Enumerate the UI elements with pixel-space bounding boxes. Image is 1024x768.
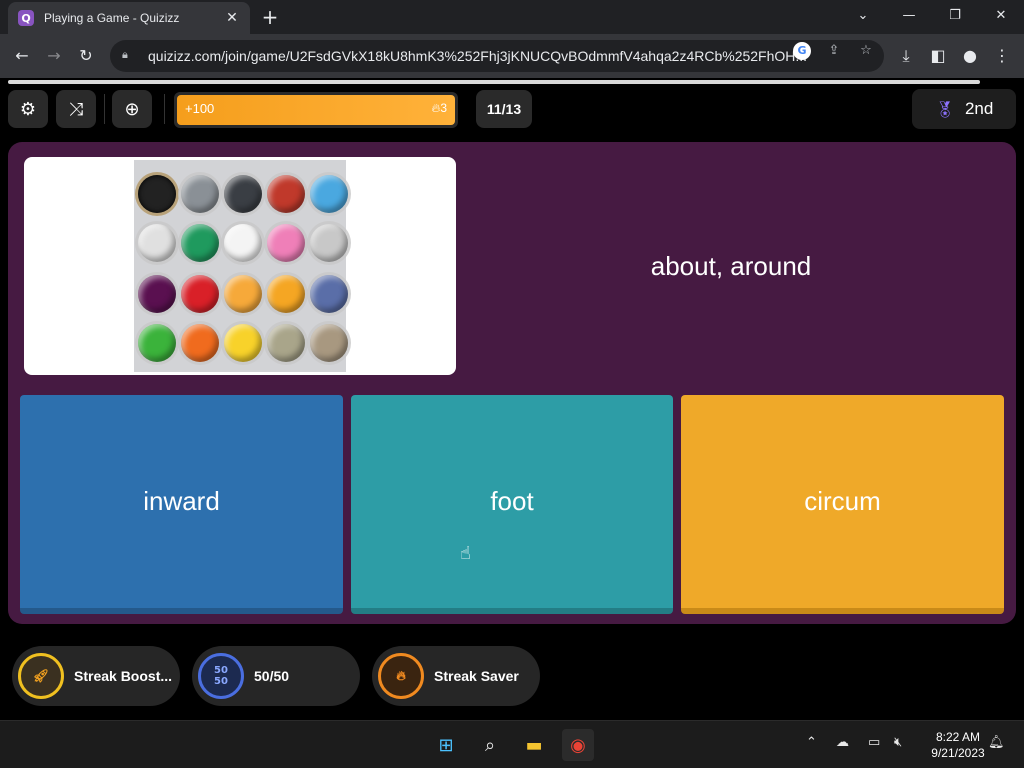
notification-icon[interactable]: 🔔︎ — [988, 735, 1005, 750]
menu-kebab-icon[interactable]: ⋮ — [988, 42, 1016, 70]
quizizz-favicon-icon: Q — [18, 10, 34, 26]
url-text[interactable]: quizizz.com/join/game/U2FsdGVkX18kU8hmK3… — [148, 48, 808, 64]
forward-arrow-icon[interactable]: → — [40, 42, 68, 70]
score-streak-bar: +100 🔥︎3 — [174, 92, 458, 128]
powerup-fifty-fifty[interactable]: 50 50 50/50 — [192, 646, 360, 706]
medal-icon: 🏅︎ — [934, 99, 955, 119]
system-clock[interactable]: 8:22 AM 9/21/2023 — [918, 729, 998, 761]
address-bar[interactable]: 🔒︎ quizizz.com/join/game/U2FsdGVkX18kU8h… — [110, 40, 884, 72]
powerup-label: Streak Saver — [434, 668, 519, 684]
buttons-stock-photo — [134, 160, 348, 372]
score-gain: +100 — [185, 101, 215, 116]
quiz-page: ⚙ ⤨ ⊕ +100 🔥︎3 11/13 🏅︎ 2nd about, aroun… — [0, 78, 1024, 720]
powerup-streak-booster[interactable]: 🚀︎ Streak Boost... — [12, 646, 180, 706]
profile-icon[interactable]: ● — [956, 42, 984, 70]
quiz-progress-line — [8, 80, 980, 84]
leaderboard-rank[interactable]: 🏅︎ 2nd — [912, 89, 1016, 129]
question-text: about, around — [650, 250, 812, 281]
tab-search-icon[interactable]: ⌄ — [840, 4, 886, 28]
close-window-button[interactable]: ✕ — [978, 4, 1024, 28]
question-image — [24, 157, 456, 375]
flame-icon: 🔥︎ — [378, 653, 424, 699]
zoom-in-icon[interactable]: ⊕ — [112, 90, 152, 128]
download-icon[interactable]: ⤓ — [892, 42, 920, 70]
powerup-label: 50/50 — [254, 668, 290, 684]
powerup-streak-saver[interactable]: 🔥︎ Streak Saver — [372, 646, 540, 706]
shuffle-music-off-icon[interactable]: ⤨ — [56, 90, 96, 128]
onedrive-icon[interactable]: ☁ — [836, 735, 849, 750]
back-arrow-icon[interactable]: ← — [8, 42, 36, 70]
share-icon[interactable]: ⇪ — [825, 42, 843, 60]
answer-option-1[interactable]: inward — [20, 395, 343, 614]
google-lens-icon[interactable]: G — [793, 42, 811, 60]
rank-place: 2nd — [964, 99, 994, 118]
windows-taskbar: ⊞ ⌕ ▬ ◉ ⌃ ☁ ▭ 🔇︎ 8:22 AM 9/21/2023 🔔︎ — [0, 720, 1024, 768]
divider — [104, 94, 105, 124]
answer-option-3[interactable]: circum — [681, 395, 1004, 614]
divider — [164, 94, 165, 124]
streak-count: 🔥︎3 — [431, 101, 448, 115]
new-tab-button[interactable]: + — [258, 6, 282, 30]
windows-start-icon[interactable]: ⊞ — [430, 729, 462, 761]
lock-icon: 🔒︎ — [122, 48, 128, 61]
file-explorer-icon[interactable]: ▬ — [518, 729, 550, 761]
search-icon[interactable]: ⌕ — [474, 729, 506, 761]
browser-tab-strip: Q Playing a Game - Quizizz ✕ + ⌄ — ❐ ✕ — [0, 0, 1024, 34]
hand-cursor-icon: ☝︎ — [460, 543, 471, 564]
minimize-button[interactable]: — — [886, 4, 932, 28]
question-counter: 11/13 — [476, 90, 532, 128]
chrome-icon[interactable]: ◉ — [562, 729, 594, 761]
question-panel: about, around inward foot circum — [8, 142, 1016, 624]
side-panel-icon[interactable]: ◧ — [924, 42, 952, 70]
browser-toolbar: ← → ↻ 🔒︎ quizizz.com/join/game/U2FsdGVkX… — [0, 34, 1024, 78]
tray-chevron-up-icon[interactable]: ⌃ — [806, 735, 817, 750]
settings-gear-icon[interactable]: ⚙ — [8, 90, 48, 128]
bookmark-star-icon[interactable]: ☆ — [857, 42, 875, 60]
clock-date: 9/21/2023 — [931, 746, 985, 760]
rocket-icon: 🚀︎ — [18, 653, 64, 699]
reload-icon[interactable]: ↻ — [72, 42, 100, 70]
answer-option-2[interactable]: foot — [351, 395, 673, 614]
restore-button[interactable]: ❐ — [932, 4, 978, 28]
score-bar-fill: +100 🔥︎3 — [177, 95, 455, 125]
network-icon[interactable]: ▭ — [868, 735, 880, 750]
tab-title: Playing a Game - Quizizz — [44, 11, 180, 25]
volume-muted-icon[interactable]: 🔇︎ — [894, 735, 902, 750]
flame-icon: 🔥︎ — [431, 101, 441, 115]
clock-time: 8:22 AM — [935, 730, 981, 744]
tab-close-icon[interactable]: ✕ — [224, 10, 240, 26]
browser-tab[interactable]: Q Playing a Game - Quizizz ✕ — [8, 2, 250, 34]
fifty-fifty-icon: 50 50 — [198, 653, 244, 699]
powerup-label: Streak Boost... — [74, 668, 173, 684]
